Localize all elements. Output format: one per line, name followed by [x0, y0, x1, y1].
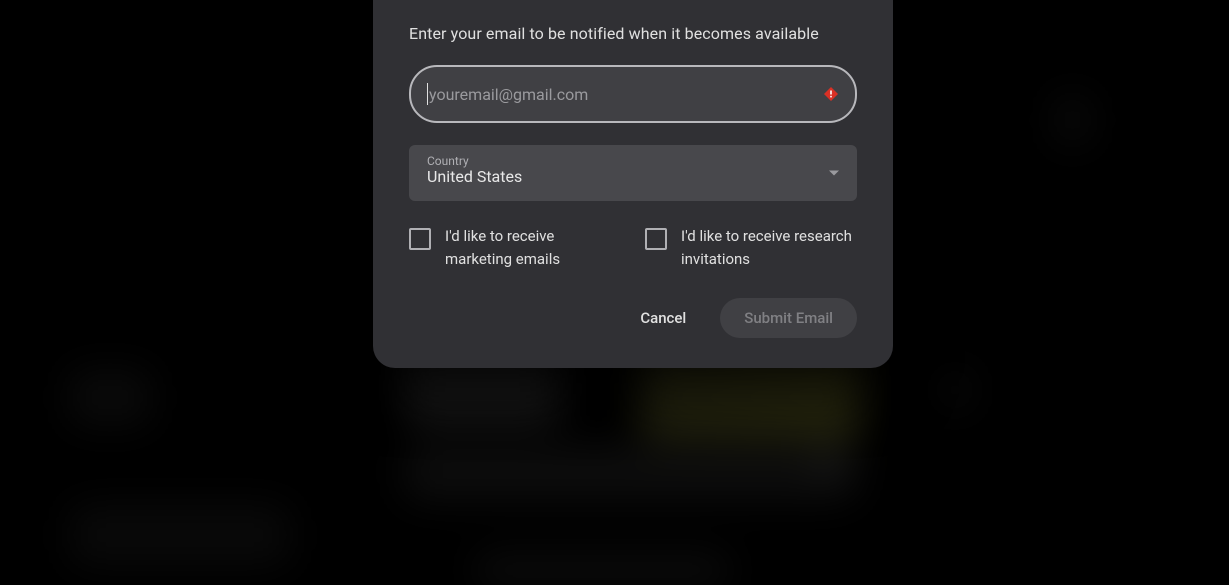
email-field-wrapper [409, 65, 857, 123]
email-input[interactable] [409, 65, 857, 123]
submit-email-button[interactable]: Submit Email [720, 298, 857, 338]
country-select-wrapper: Country United States [409, 145, 857, 201]
marketing-checkbox-label: I'd like to receive marketing emails [445, 225, 621, 270]
country-select[interactable]: Country United States [409, 145, 857, 201]
notify-dialog: Enter your email to be notified when it … [373, 0, 893, 368]
dialog-actions: Cancel Submit Email [409, 298, 857, 338]
country-selected-value: United States [427, 167, 522, 186]
chevron-down-icon [829, 171, 839, 176]
cancel-button[interactable]: Cancel [626, 299, 700, 337]
research-checkbox-label: I'd like to receive research invitations [681, 225, 857, 270]
dialog-prompt: Enter your email to be notified when it … [409, 24, 857, 43]
marketing-checkbox-group[interactable]: I'd like to receive marketing emails [409, 225, 621, 270]
checkbox-row: I'd like to receive marketing emails I'd… [409, 225, 857, 270]
country-field-label: Country [427, 154, 469, 168]
text-cursor [427, 83, 428, 105]
research-checkbox-group[interactable]: I'd like to receive research invitations [645, 225, 857, 270]
research-checkbox[interactable] [645, 228, 667, 250]
marketing-checkbox[interactable] [409, 228, 431, 250]
error-diamond-icon [823, 86, 839, 102]
